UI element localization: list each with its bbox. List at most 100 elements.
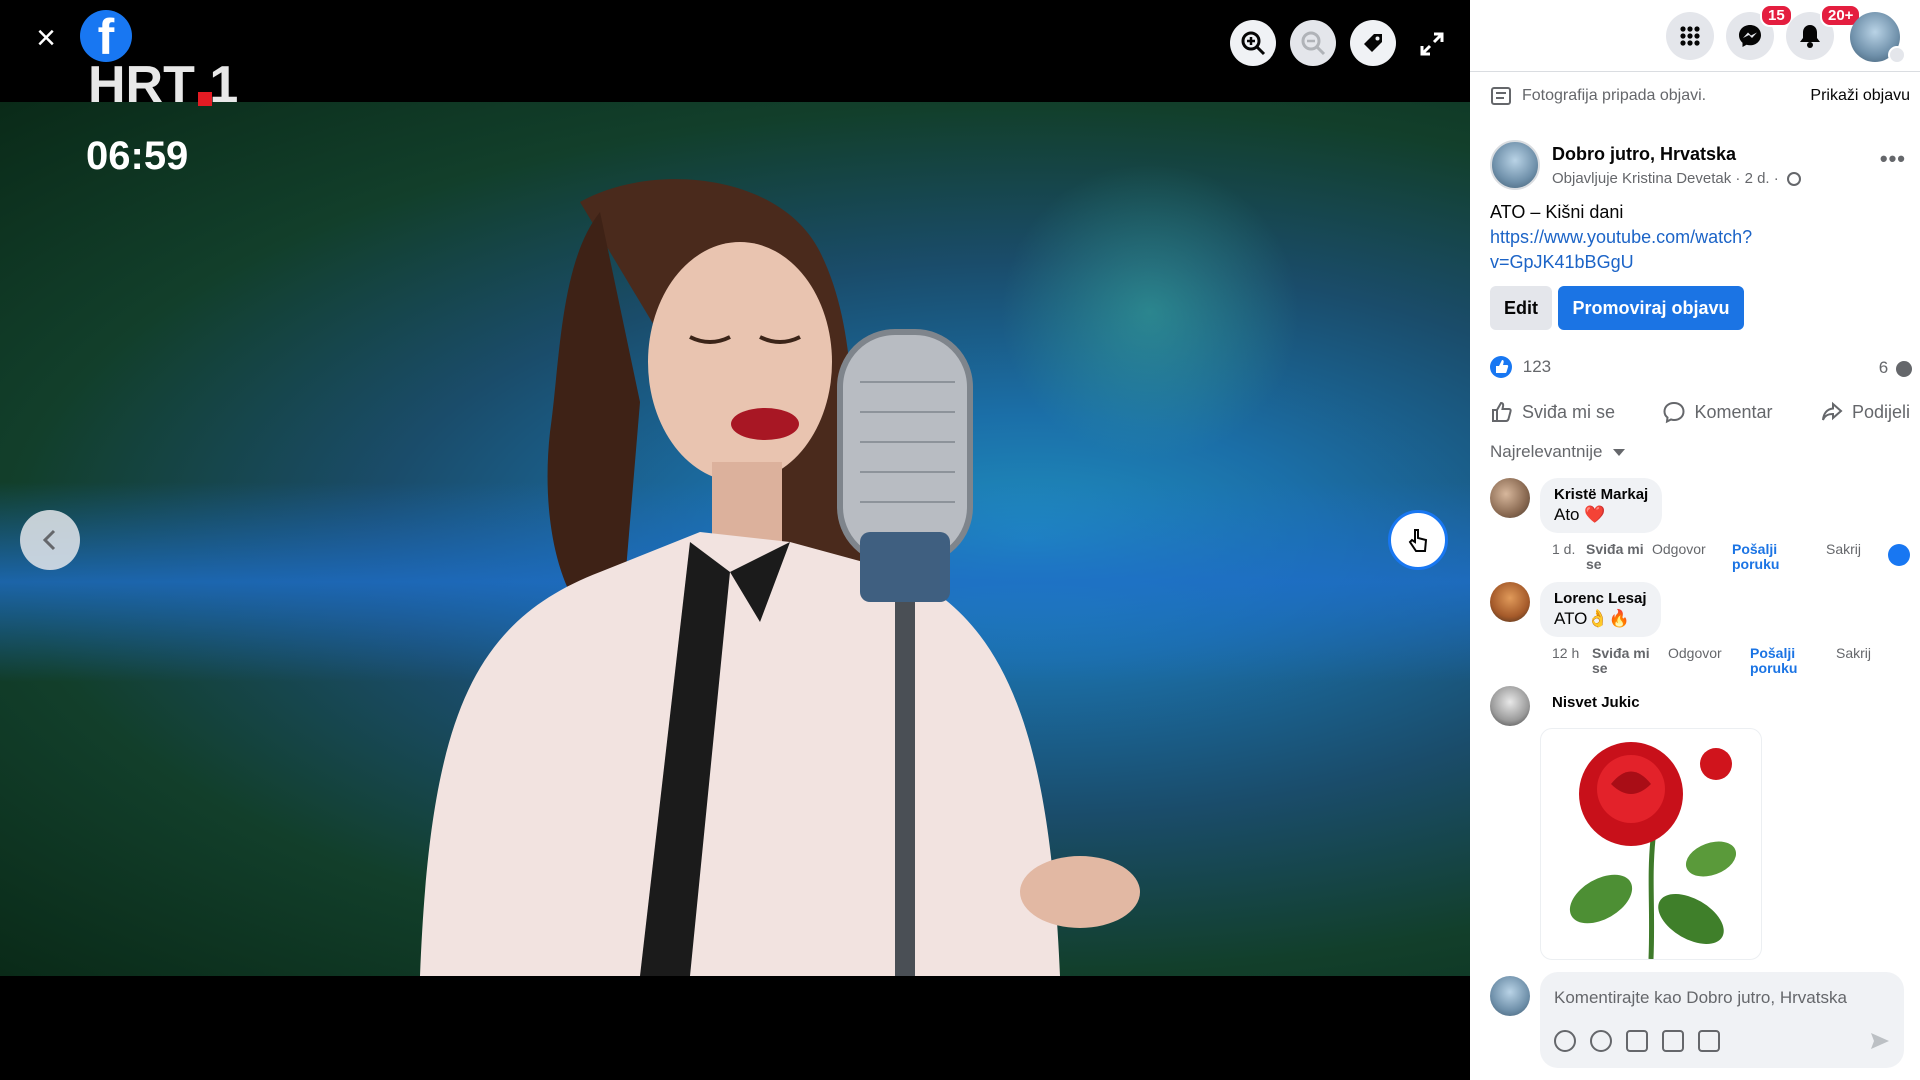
- post-byline: Objavljuje Kristina Devetak · 2 d. ·: [1552, 170, 1801, 187]
- account-chevron-icon[interactable]: [1888, 46, 1906, 64]
- commenter-name[interactable]: Nisvet Jukic: [1552, 694, 1640, 711]
- share-label: Podijeli: [1851, 401, 1910, 422]
- post-header: Dobro jutro, Hrvatska Objavljuje Kristin…: [1490, 140, 1910, 190]
- avatar-sticker-icon[interactable]: [1554, 1030, 1576, 1052]
- menu-button[interactable]: [1666, 12, 1714, 60]
- composer-avatar[interactable]: [1490, 976, 1530, 1016]
- sticker-icon[interactable]: [1698, 1030, 1720, 1052]
- post-text: ATO – Kišni dani https://www.youtube.com…: [1490, 200, 1910, 275]
- post-actions: Sviđa mi se Komentar Podijeli: [1490, 396, 1910, 428]
- comment-icon: [1663, 401, 1685, 424]
- singer-image: [420, 179, 1140, 976]
- camera-icon[interactable]: [1626, 1030, 1648, 1052]
- edit-button[interactable]: Edit: [1490, 286, 1552, 330]
- post-document-icon: [1491, 87, 1511, 105]
- reaction-summary: 123 6: [1490, 356, 1912, 384]
- next-photo-button[interactable]: [1388, 510, 1448, 570]
- byline-text: Objavljuje Kristina Devetak · 2 d. ·: [1552, 170, 1779, 187]
- clock-overlay: 06:59: [86, 134, 189, 178]
- like-label: Sviđa mi se: [1522, 401, 1616, 422]
- youtube-link-line1: https://www.youtube.com/watch?: [1490, 227, 1753, 247]
- photo-notice: Fotografija pripada objavi. Prikaži obja…: [1490, 84, 1910, 108]
- comment-text: Ato ❤️: [1554, 505, 1606, 524]
- comment-time[interactable]: 1 d.: [1552, 542, 1586, 572]
- comment-bubble: Kristë Markaj Ato ❤️: [1540, 478, 1663, 533]
- like-count[interactable]: 123: [1523, 357, 1551, 376]
- notice-text: Fotografija pripada objavi.: [1522, 87, 1707, 104]
- photo-viewer: × f HRT 1 06:59: [0, 0, 1470, 1080]
- comment-meta: 12 h Sviđa mi se Odgovor Pošalji poruku …: [1552, 646, 1892, 676]
- zoom-in-button[interactable]: [1230, 20, 1276, 66]
- commenter-name[interactable]: Lorenc Lesaj: [1554, 590, 1647, 607]
- zoom-out-button[interactable]: [1290, 20, 1336, 66]
- zoom-in-icon: [1241, 31, 1266, 56]
- hide-comment-button[interactable]: Sakrij: [1826, 542, 1880, 572]
- sort-label: Najrelevantnije: [1490, 442, 1603, 461]
- emoji-icon[interactable]: [1590, 1030, 1612, 1052]
- comment-count: 6: [1878, 358, 1889, 377]
- comment-text: ATO👌🔥: [1554, 609, 1630, 628]
- comment-bubble-icon: [1896, 360, 1912, 377]
- like-reaction-icon: [1490, 356, 1512, 378]
- comment-button[interactable]: Komentar: [1662, 396, 1773, 428]
- rose-sticker-image[interactable]: [1540, 728, 1762, 960]
- comment-reply-button[interactable]: Odgovor: [1668, 646, 1750, 676]
- share-button[interactable]: Podijeli: [1820, 396, 1910, 428]
- hide-comment-button[interactable]: Sakrij: [1836, 646, 1890, 676]
- comment-meta: 1 d. Sviđa mi se Odgovor Pošalji poruku …: [1552, 542, 1892, 572]
- channel-logo-text: HRT 1: [88, 56, 238, 112]
- comment-placeholder: Komentirajte kao Dobro jutro, Hrvatska: [1554, 988, 1847, 1007]
- tag-button[interactable]: [1350, 20, 1396, 66]
- fullscreen-icon: [1420, 32, 1444, 56]
- channel-logo: HRT 1: [88, 56, 238, 112]
- send-message-button[interactable]: Pošalji poruku: [1750, 646, 1836, 676]
- chevron-left-icon: [42, 529, 56, 551]
- comment-count-wrap[interactable]: 6: [1879, 358, 1912, 378]
- zoom-out-icon: [1301, 31, 1326, 56]
- commenter-avatar[interactable]: [1490, 686, 1530, 726]
- comment-input[interactable]: Komentirajte kao Dobro jutro, Hrvatska: [1540, 972, 1904, 1068]
- comment-sort-dropdown[interactable]: Najrelevantnije: [1490, 442, 1626, 462]
- grid-menu-icon: [1680, 26, 1700, 46]
- gif-icon[interactable]: [1662, 1030, 1684, 1052]
- messenger-icon: [1739, 25, 1761, 47]
- send-icon[interactable]: [1870, 1032, 1890, 1050]
- comment-item: Nisvet Jukic: [1490, 686, 1910, 726]
- commenter-avatar[interactable]: [1490, 582, 1530, 622]
- show-post-link[interactable]: Prikaži objavu: [1810, 87, 1910, 105]
- post-sidebar: 15 20+ Fotografija pripada objavi. Prika…: [1470, 0, 1920, 1080]
- comment-time[interactable]: 12 h: [1552, 646, 1592, 676]
- page-name[interactable]: Dobro jutro, Hrvatska: [1552, 144, 1736, 165]
- thumbs-up-icon: [1492, 401, 1512, 422]
- fullscreen-button[interactable]: [1418, 30, 1446, 58]
- tag-icon: [1364, 34, 1382, 52]
- promote-post-button[interactable]: Promoviraj objavu: [1558, 286, 1744, 330]
- comment-like-button[interactable]: Sviđa mi se: [1586, 542, 1652, 572]
- comment-like-button[interactable]: Sviđa mi se: [1592, 646, 1668, 676]
- comment-bubble: Lorenc Lesaj ATO👌🔥: [1540, 582, 1661, 637]
- comment-like-icon: [1888, 544, 1910, 566]
- comment-item: Lorenc Lesaj ATO👌🔥 12 h Sviđa mi se Odgo…: [1490, 582, 1910, 682]
- photo: [0, 102, 1470, 976]
- youtube-link[interactable]: https://www.youtube.com/watch? v=GpJK41b…: [1490, 225, 1910, 275]
- caret-down-icon: [1613, 449, 1626, 457]
- comment-item: Kristë Markaj Ato ❤️ 1 d. Sviđa mi se Od…: [1490, 478, 1910, 578]
- messenger-badge: 15: [1760, 4, 1793, 27]
- like-button[interactable]: Sviđa mi se: [1490, 396, 1615, 428]
- pointer-hand-icon: [1408, 529, 1428, 552]
- youtube-link-line2: v=GpJK41bBGgU: [1490, 252, 1634, 272]
- comment-label: Komentar: [1694, 401, 1773, 422]
- previous-photo-button[interactable]: [20, 510, 80, 570]
- share-icon: [1821, 401, 1843, 421]
- rose-graphic: [1569, 742, 1737, 959]
- commenter-avatar[interactable]: [1490, 478, 1530, 518]
- globe-icon: [1786, 172, 1801, 187]
- top-nav: 15 20+: [1470, 0, 1920, 72]
- commenter-name[interactable]: Kristë Markaj: [1554, 486, 1648, 503]
- page-avatar[interactable]: [1490, 140, 1540, 190]
- comment-reply-button[interactable]: Odgovor: [1652, 542, 1732, 572]
- facebook-logo[interactable]: f: [80, 10, 132, 62]
- close-icon[interactable]: ×: [28, 20, 64, 56]
- more-options-icon[interactable]: •••: [1880, 146, 1906, 172]
- send-message-button[interactable]: Pošalji poruku: [1732, 542, 1826, 572]
